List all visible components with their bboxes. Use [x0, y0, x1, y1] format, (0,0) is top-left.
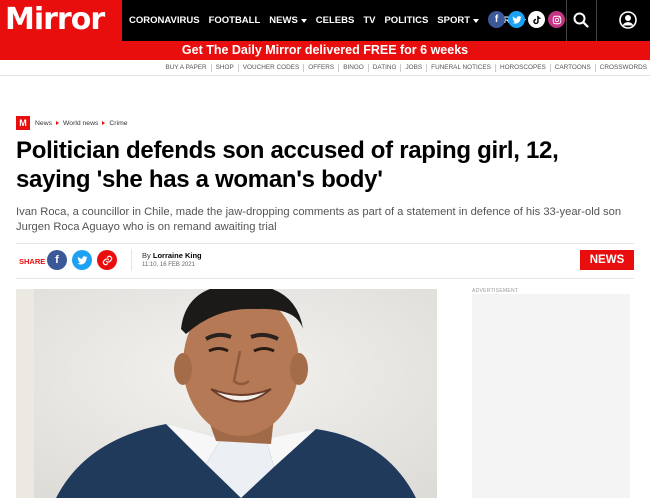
nav-item-politics[interactable]: POLITICS: [384, 15, 428, 26]
breadcrumb-arrow-icon: [56, 121, 59, 125]
secondary-link-shop[interactable]: SHOP: [210, 63, 234, 72]
subscription-promo-banner[interactable]: Get The Daily Mirror delivered FREE for …: [0, 41, 650, 60]
chevron-down-icon: [473, 18, 480, 23]
nav-item-news[interactable]: NEWS: [269, 15, 307, 26]
secondary-link-cartoons[interactable]: CARTOONS: [549, 63, 591, 72]
divider: [16, 243, 634, 244]
instagram-icon[interactable]: [548, 11, 565, 28]
main-nav: CORONAVIRUS FOOTBALL NEWS CELEBS TV POLITICS S…: [129, 0, 535, 41]
tiktok-icon[interactable]: [528, 11, 545, 28]
nav-item-label: FOOTBALL: [208, 15, 261, 26]
divider: [16, 278, 634, 279]
nav-item-coronavirus[interactable]: CORONAVIRUS: [129, 15, 200, 26]
nav-divider: [596, 0, 597, 41]
advertisement-slot[interactable]: [472, 294, 630, 498]
byline-prefix: By: [142, 251, 151, 260]
author-link[interactable]: Lorraine King: [153, 251, 202, 260]
logo-text: Mirror: [5, 2, 105, 37]
breadcrumb-item-news[interactable]: News: [35, 120, 52, 127]
secondary-link-crosswords[interactable]: CROSSWORDS: [594, 63, 647, 72]
article-standfirst: Ivan Roca, a councillor in Chile, made t…: [16, 206, 622, 233]
secondary-link-horoscopes[interactable]: HOROSCOPES: [494, 63, 546, 72]
breadcrumb-item-world-news[interactable]: World news: [63, 120, 98, 127]
nav-item-label: CELEBS: [315, 15, 355, 26]
section-badge-news[interactable]: NEWS: [580, 250, 634, 270]
account-icon[interactable]: [619, 11, 637, 29]
secondary-link-funeral-notices[interactable]: FUNERAL NOTICES: [426, 63, 491, 72]
nav-divider: [566, 0, 567, 41]
breadcrumb: M News World news Crime: [16, 116, 128, 130]
nav-item-label: NEWS: [269, 15, 298, 26]
nav-item-label: CORONAVIRUS: [129, 15, 200, 26]
nav-item-tv[interactable]: TV: [363, 15, 375, 26]
article-headline: Politician defends son accused of raping…: [16, 137, 559, 193]
nav-item-celebs[interactable]: CELEBS: [316, 15, 355, 26]
portrait-illustration: [16, 289, 437, 498]
mirror-m-icon[interactable]: M: [16, 116, 30, 130]
share-facebook-icon[interactable]: f: [47, 250, 67, 270]
chevron-down-icon: [300, 18, 307, 23]
nav-item-sport[interactable]: SPORT: [437, 15, 480, 26]
share-label: SHARE: [19, 257, 46, 266]
mirror-logo[interactable]: Mirror: [0, 0, 122, 41]
article-hero-image[interactable]: [16, 289, 437, 498]
share-twitter-icon[interactable]: [72, 250, 92, 270]
nav-item-label: TV: [363, 15, 376, 26]
twitter-icon[interactable]: [508, 11, 525, 28]
nav-item-label: SPORT: [437, 15, 471, 26]
nav-item-label: POLITICS: [384, 15, 429, 26]
secondary-link-dating[interactable]: DATING: [367, 63, 396, 72]
copy-link-icon[interactable]: [97, 250, 117, 270]
byline: By Lorraine King: [142, 251, 202, 260]
secondary-link-buy-a-paper[interactable]: BUY A PAPER: [161, 64, 206, 72]
promo-text: Get The Daily Mirror delivered FREE for …: [181, 43, 469, 57]
publish-date: 11:10, 16 FEB 2021: [142, 262, 195, 268]
secondary-link-jobs[interactable]: JOBS: [400, 63, 422, 72]
secondary-link-voucher-codes[interactable]: VOUCHER CODES: [237, 63, 299, 72]
secondary-link-bingo[interactable]: BINGO: [338, 63, 364, 72]
facebook-icon[interactable]: f: [488, 11, 505, 28]
breadcrumb-item-crime[interactable]: Crime: [109, 120, 127, 127]
breadcrumb-arrow-icon: [102, 121, 106, 125]
search-icon[interactable]: [571, 10, 591, 30]
nav-item-football[interactable]: FOOTBALL: [209, 15, 261, 26]
secondary-link-offers[interactable]: OFFERS: [303, 63, 334, 72]
top-navigation-bar: Mirror CORONAVIRUS FOOTBALL NEWS CELEBS TV PO…: [0, 0, 650, 41]
secondary-links-bar: BUY A PAPER SHOP VOUCHER CODES OFFERS BINGO D…: [0, 60, 650, 76]
byline-divider: [131, 249, 132, 271]
